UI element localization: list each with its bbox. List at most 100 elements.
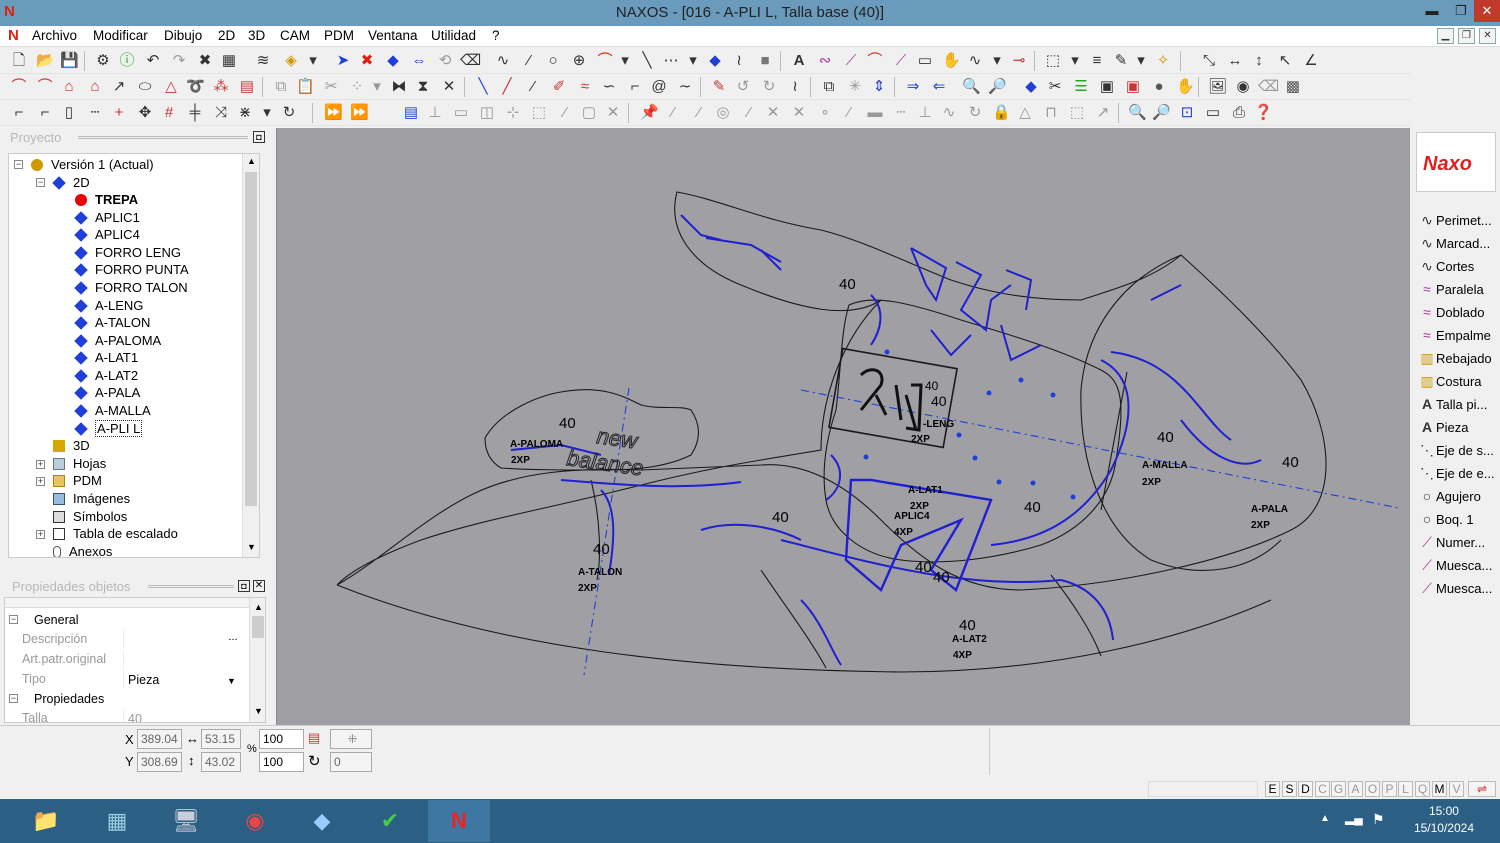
- width-field[interactable]: 53.15: [201, 729, 241, 749]
- window-icon[interactable]: ▣: [1098, 78, 1116, 96]
- box-icon[interactable]: ▭: [452, 104, 470, 122]
- calculator-icon[interactable]: ▦: [86, 800, 148, 842]
- naxos-icon[interactable]: N: [428, 800, 490, 842]
- talla-field[interactable]: 40: [123, 709, 243, 722]
- mirror-h-icon[interactable]: ⧓: [390, 78, 408, 96]
- spring-icon[interactable]: ∿: [966, 52, 984, 70]
- curve-icon[interactable]: ↗: [110, 78, 128, 96]
- tool-rebajado[interactable]: ▥ Rebajado: [1418, 348, 1491, 368]
- layers-icon[interactable]: ≋: [254, 52, 272, 70]
- align-icon[interactable]: ☰: [1072, 78, 1090, 96]
- close-button[interactable]: ✕: [1474, 0, 1500, 22]
- tree-item-forro-punta[interactable]: FORRO PUNTA: [74, 261, 189, 278]
- line-icon[interactable]: ⁄: [740, 104, 758, 122]
- status-button-s[interactable]: S: [1282, 781, 1297, 797]
- blob-icon[interactable]: ●: [1150, 78, 1168, 96]
- crosshair-icon[interactable]: ⊕: [570, 52, 588, 70]
- status-button-q[interactable]: Q: [1415, 781, 1430, 797]
- group-propiedades[interactable]: − Propiedades: [5, 689, 250, 709]
- tree-item-a-pli-l[interactable]: A-PLI L: [74, 420, 143, 437]
- tool-pieza[interactable]: A Pieza: [1418, 417, 1469, 437]
- app-icon[interactable]: ◆: [291, 800, 353, 842]
- line-red-icon[interactable]: ╱: [498, 78, 516, 96]
- scale-x-field[interactable]: 100: [259, 729, 304, 749]
- properties-icon[interactable]: ▦: [220, 52, 238, 70]
- height-field[interactable]: 43.02: [201, 752, 241, 772]
- arc-tool-icon[interactable]: ⌒: [36, 78, 54, 96]
- target-icon[interactable]: ⊹: [504, 104, 522, 122]
- menu-archivo[interactable]: Archivo: [32, 28, 77, 43]
- open-folder-icon[interactable]: 📂: [36, 52, 55, 70]
- tool-eje-simetria[interactable]: ⋱ Eje de s...: [1418, 440, 1494, 460]
- bracket-icon[interactable]: ⊓: [1042, 104, 1060, 122]
- tool-doblado[interactable]: ≈ Doblado: [1418, 302, 1484, 322]
- triangle-icon[interactable]: △: [162, 78, 180, 96]
- network-app-icon[interactable]: 🖥: [155, 800, 217, 842]
- line-icon[interactable]: ⁄: [690, 104, 708, 122]
- dropdown-arrow-icon[interactable]: ▾: [304, 52, 322, 70]
- tool-eje-escalado[interactable]: ⋱ Eje de e...: [1418, 463, 1495, 483]
- tree-item-a-talon[interactable]: A-TALON: [74, 314, 150, 331]
- arrow-icon[interactable]: ↗: [1094, 104, 1112, 122]
- panel-pin-button[interactable]: ◘: [253, 131, 265, 143]
- y-coordinate-field[interactable]: 308.69: [137, 752, 182, 772]
- tree-item-trepa[interactable]: TREPA: [75, 191, 138, 208]
- scroll-down-icon[interactable]: ▼: [254, 706, 263, 716]
- tree-item-a-paloma[interactable]: A-PALOMA: [74, 332, 161, 349]
- dashes-icon[interactable]: ┄: [892, 104, 910, 122]
- tray-arrow-icon[interactable]: ▲: [1320, 813, 1330, 824]
- dropdown-arrow-icon[interactable]: ▾: [258, 104, 276, 122]
- tree-item-tabla-escalado[interactable]: Tabla de escalado: [53, 525, 178, 542]
- drawing-canvas[interactable]: 40 A-PALOMA 2XP new balance 40 A-TALON 2…: [276, 128, 1410, 725]
- zoom-icon[interactable]: 🔍: [962, 78, 981, 96]
- file-explorer-icon[interactable]: 📁: [15, 800, 77, 842]
- status-button-g[interactable]: G: [1331, 781, 1346, 797]
- new-file-icon[interactable]: 🗋: [10, 52, 28, 70]
- node-icon[interactable]: ⋯: [662, 52, 680, 70]
- screen-icon[interactable]: ▣: [1124, 78, 1142, 96]
- status-button-d[interactable]: D: [1298, 781, 1313, 797]
- tool-marcado[interactable]: ∿ Marcad...: [1418, 233, 1490, 253]
- pen-icon[interactable]: ✎: [1112, 52, 1130, 70]
- x-coordinate-field[interactable]: 389.04: [137, 729, 182, 749]
- rotate-right-icon[interactable]: ↻: [760, 78, 778, 96]
- mdi-restore-button[interactable]: ❐: [1458, 28, 1475, 44]
- rotate-icon[interactable]: ↻: [966, 104, 984, 122]
- panel-pin-button[interactable]: ◘: [238, 580, 250, 592]
- curve-icon[interactable]: ∿: [494, 52, 512, 70]
- zoom-out-icon[interactable]: 🔎: [1152, 104, 1171, 122]
- grid-icon[interactable]: ▤: [238, 78, 256, 96]
- loop-icon[interactable]: ➰: [186, 78, 205, 96]
- calculator-icon[interactable]: ▤: [402, 104, 420, 122]
- arrow-right-icon[interactable]: ⇒: [904, 78, 922, 96]
- duplicate-icon[interactable]: ⧉: [820, 78, 838, 96]
- brush-icon[interactable]: ✐: [550, 78, 568, 96]
- crop-icon[interactable]: ⬚: [530, 104, 548, 122]
- scissors-icon[interactable]: ✂: [1046, 78, 1064, 96]
- curve-adjust-icon[interactable]: ≀: [786, 78, 804, 96]
- scroll-up-icon[interactable]: ▲: [247, 156, 256, 166]
- mdi-close-button[interactable]: ✕: [1479, 28, 1496, 44]
- dropdown-arrow-icon[interactable]: ▾: [1066, 52, 1084, 70]
- rotation-icon[interactable]: ↻: [308, 752, 321, 770]
- tree-item-pdm[interactable]: PDM: [53, 472, 102, 489]
- plus-red-icon[interactable]: +: [110, 104, 128, 122]
- chevron-down-icon[interactable]: ▼: [227, 671, 236, 691]
- measure-icon[interactable]: ⤡: [1200, 52, 1218, 70]
- arrow-left-icon[interactable]: ⇐: [930, 78, 948, 96]
- cross-icon[interactable]: ✕: [440, 78, 458, 96]
- status-button-l[interactable]: L: [1398, 781, 1413, 797]
- picture-icon[interactable]: 🖼: [1208, 78, 1227, 96]
- menu-2d[interactable]: 2D: [218, 28, 235, 43]
- tree-item-aplic4[interactable]: APLIC4: [74, 226, 140, 243]
- group-general[interactable]: − General: [5, 610, 250, 630]
- cursor-icon[interactable]: ⬚: [1044, 52, 1062, 70]
- dropdown-arrow-icon[interactable]: ▾: [616, 52, 634, 70]
- slash-icon[interactable]: ⁄: [524, 78, 542, 96]
- status-indicator-icon[interactable]: ⇌: [1468, 781, 1496, 797]
- help-icon[interactable]: ❓: [1254, 104, 1273, 122]
- pin-icon[interactable]: ⊸: [1010, 52, 1028, 70]
- delete-icon[interactable]: ✖: [196, 52, 214, 70]
- status-button-a[interactable]: A: [1348, 781, 1363, 797]
- zoom-in-icon[interactable]: 🔍: [1128, 104, 1147, 122]
